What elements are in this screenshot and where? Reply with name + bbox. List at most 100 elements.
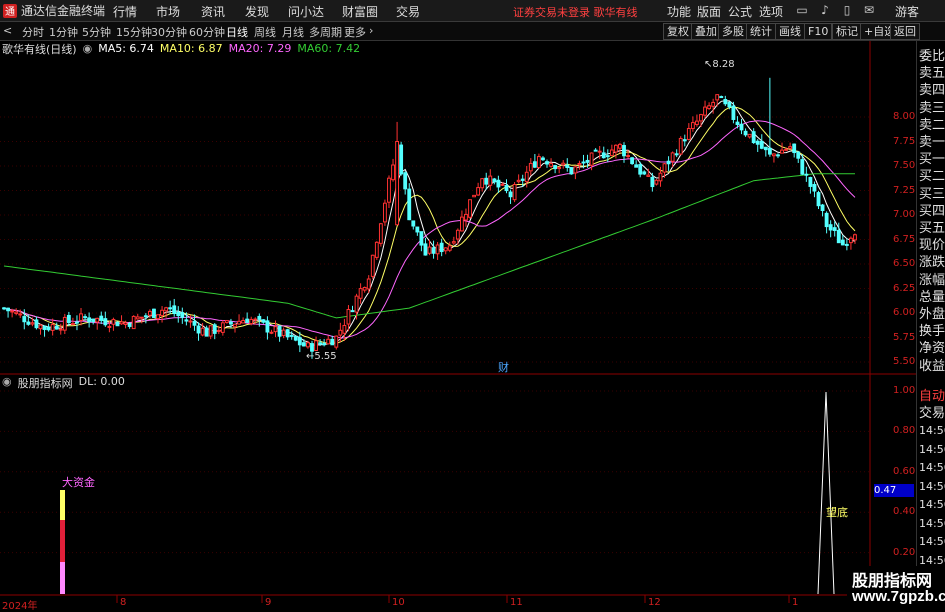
quote-panel-label[interactable]: 卖三	[919, 97, 945, 116]
candle-body	[500, 183, 505, 186]
quote-panel-label[interactable]: 14:56	[919, 443, 945, 456]
candle-body	[804, 173, 809, 176]
quote-panel-label[interactable]: 外盘	[919, 303, 945, 322]
candle-body	[476, 187, 481, 196]
ma10-line	[3, 106, 856, 345]
finance-marker[interactable]: 财	[498, 359, 509, 375]
candle-body	[293, 335, 298, 341]
candle-body	[820, 204, 825, 212]
candle-body	[561, 162, 566, 166]
candle-body	[42, 325, 47, 330]
sub-tick-label: 0.80	[893, 425, 916, 437]
ma5-line	[3, 100, 856, 346]
high-price-annotation: ↖8.28	[704, 59, 735, 70]
grid-lines	[0, 116, 870, 603]
quote-panel-label[interactable]: 14:56	[919, 480, 945, 493]
candle-body	[277, 325, 282, 337]
candle-body	[715, 94, 720, 101]
candle-body	[524, 171, 529, 183]
quote-panel-label[interactable]: 买五	[919, 217, 945, 236]
candle-body	[237, 320, 241, 325]
candle-body	[800, 159, 805, 175]
quote-panel-label[interactable]: 委比	[919, 45, 945, 64]
candle-body	[755, 140, 760, 145]
price-tick-label: 6.75	[893, 233, 916, 245]
quote-panel-label[interactable]: 买四	[919, 200, 945, 219]
quote-panel-label[interactable]: 现价	[919, 234, 945, 253]
candle-body	[658, 172, 663, 182]
quote-panel-label[interactable]: 总量	[919, 286, 945, 305]
quote-panel-label[interactable]: 涨跌	[919, 251, 945, 270]
candle-body	[727, 101, 732, 108]
candle-body	[261, 319, 266, 323]
price-tick-label: 6.00	[893, 307, 916, 318]
candle-body	[585, 159, 590, 163]
quote-panel-label[interactable]: 14:56	[919, 535, 945, 548]
candle-body	[107, 325, 112, 328]
quote-panel-label[interactable]: 卖一	[919, 131, 945, 150]
quote-panel-label[interactable]: 收益	[919, 355, 945, 374]
candle-body	[577, 162, 582, 166]
candle-body	[180, 312, 185, 318]
candle-body	[127, 323, 132, 327]
price-tick-label: 8.00	[893, 111, 916, 122]
candle-body	[747, 133, 752, 138]
candle-body	[504, 184, 509, 192]
candle-body	[601, 152, 606, 159]
quote-panel-label[interactable]: 卖二	[919, 114, 945, 133]
indicator-settings-icon[interactable]: ◉	[2, 375, 12, 391]
candlestick-chart[interactable]	[0, 0, 945, 609]
candle-body	[111, 318, 116, 325]
ma20-line	[3, 120, 856, 339]
price-tick-label: 6.25	[893, 282, 916, 294]
candle-body	[642, 171, 647, 175]
quote-panel-label[interactable]: 换手	[919, 320, 945, 339]
watermark-url: www.7gpzb.com	[852, 588, 945, 605]
price-tick-label: 7.25	[893, 184, 916, 196]
candle-body	[411, 220, 416, 227]
candle-body	[767, 147, 772, 155]
quote-panel-label[interactable]: 买二	[919, 165, 945, 184]
quote-panel-label[interactable]: 14:56	[919, 498, 945, 511]
quote-panel-label[interactable]: 卖四	[919, 79, 945, 98]
candle-body	[484, 177, 489, 185]
candle-body	[131, 315, 136, 330]
candle-body	[573, 166, 578, 174]
quote-panel-label[interactable]: 14:56	[919, 517, 945, 530]
quote-panel-label[interactable]: 交易	[919, 402, 945, 421]
candle-body	[776, 154, 780, 157]
candle-body	[646, 174, 651, 177]
signal-bar-red	[60, 520, 65, 562]
candle-body	[784, 148, 789, 151]
candle-body	[780, 149, 784, 154]
quote-panel-label[interactable]: 净资	[919, 337, 945, 356]
candle-body	[772, 153, 776, 157]
candle-body	[508, 191, 513, 198]
quote-panel-label[interactable]: 14:56	[919, 461, 945, 474]
indicator-name[interactable]: 股朋指标网	[18, 375, 73, 391]
candle-body	[553, 165, 558, 170]
candle-body	[565, 164, 570, 169]
quote-panel-label[interactable]: 买一	[919, 148, 945, 167]
candle-body	[192, 320, 197, 326]
candle-body	[492, 178, 497, 183]
candle-body	[690, 122, 695, 129]
candle-body	[196, 325, 201, 334]
candle-body	[836, 229, 841, 244]
current-value-tag: 0.47	[874, 484, 914, 497]
quote-panel-label[interactable]: 卖五	[919, 62, 945, 81]
quote-panel-label[interactable]: 涨幅	[919, 269, 945, 288]
quote-panel-label[interactable]: 14:56	[919, 424, 945, 437]
candle-body	[670, 152, 675, 162]
candle-body	[212, 324, 217, 334]
quote-panel-label[interactable]: 买三	[919, 183, 945, 202]
candle-body	[143, 315, 148, 318]
candle-body	[188, 320, 193, 323]
quote-panel-label[interactable]: 14:56	[919, 554, 945, 567]
candle-body	[832, 227, 837, 231]
candle-body	[135, 316, 140, 320]
candle-body	[6, 307, 10, 312]
candle-body	[695, 120, 699, 125]
candle-body	[66, 314, 71, 324]
candle-body	[301, 342, 306, 347]
